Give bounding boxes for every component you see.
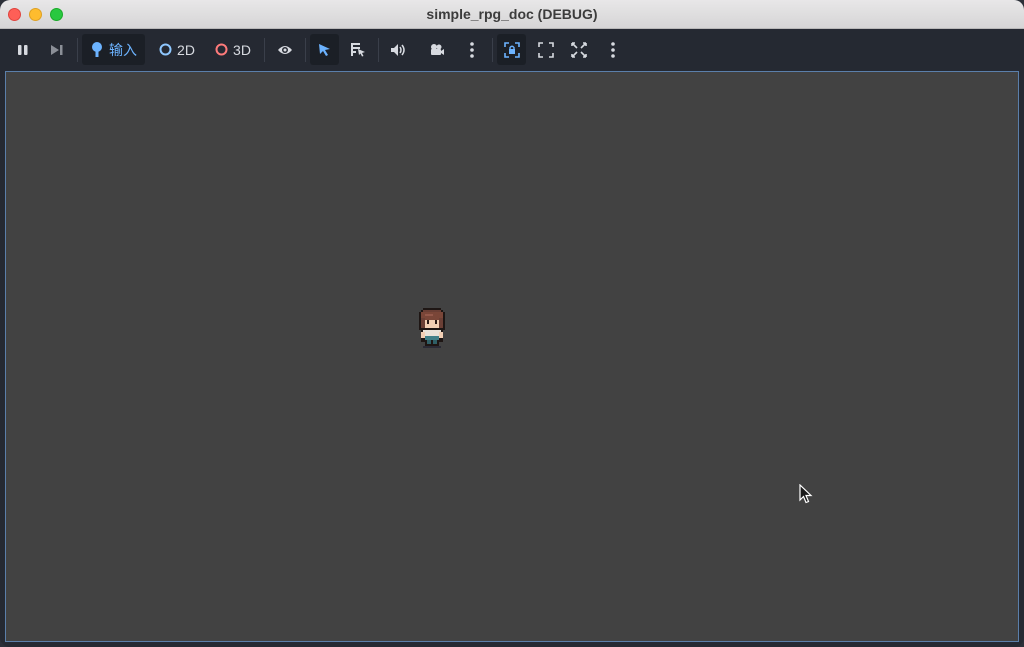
audio-button[interactable] xyxy=(384,34,412,65)
pause-button[interactable] xyxy=(10,34,36,65)
mode-2d-label: 2D xyxy=(177,41,195,58)
toolbar-separator xyxy=(378,38,379,62)
mode-3d-label: 3D xyxy=(233,41,251,58)
input-joystick-icon xyxy=(92,42,102,57)
input-toggle-button[interactable]: 输入 xyxy=(82,34,145,65)
pointer-icon xyxy=(319,43,330,56)
camera-icon xyxy=(431,44,444,55)
toolbar-separator xyxy=(305,38,306,62)
pause-icon xyxy=(18,44,28,55)
fit-frame-button[interactable] xyxy=(532,34,560,65)
kebab-icon xyxy=(611,41,615,58)
toolbar-separator xyxy=(492,38,493,62)
fullscreen-button[interactable] xyxy=(565,34,593,65)
circle-2d-icon xyxy=(159,43,172,56)
list-select-icon xyxy=(350,43,365,57)
kebab-icon xyxy=(470,41,474,58)
game-viewport[interactable] xyxy=(5,71,1019,642)
camera-lock-button[interactable] xyxy=(497,34,526,65)
list-select-button[interactable] xyxy=(343,34,372,65)
game-window: simple_rpg_doc (DEBUG) 输入 2D 3D xyxy=(0,0,1024,647)
input-label: 输入 xyxy=(109,41,137,58)
eye-icon xyxy=(278,45,292,54)
mode-3d-button[interactable]: 3D xyxy=(209,34,257,65)
camera-button[interactable] xyxy=(423,34,451,65)
player-character-sprite xyxy=(419,308,445,348)
visibility-button[interactable] xyxy=(271,34,299,65)
speaker-icon xyxy=(390,43,405,56)
window-title: simple_rpg_doc (DEBUG) xyxy=(426,6,598,22)
next-frame-icon xyxy=(51,44,63,55)
next-frame-button[interactable] xyxy=(44,34,70,65)
mode-2d-button[interactable]: 2D xyxy=(153,34,201,65)
mouse-cursor-icon xyxy=(799,484,813,504)
title-bar[interactable]: simple_rpg_doc (DEBUG) xyxy=(0,0,1024,29)
toolbar-separator xyxy=(264,38,265,62)
fullscreen-icon xyxy=(571,41,587,58)
select-tool-button[interactable] xyxy=(310,34,339,65)
more-options-button[interactable] xyxy=(461,34,483,65)
more-options-button-2[interactable] xyxy=(602,34,624,65)
circle-3d-icon xyxy=(215,43,228,56)
lock-frame-icon xyxy=(503,41,520,58)
fit-frame-icon xyxy=(538,41,554,58)
toolbar-separator xyxy=(77,38,78,62)
debug-toolbar: 输入 2D 3D xyxy=(0,30,1024,70)
